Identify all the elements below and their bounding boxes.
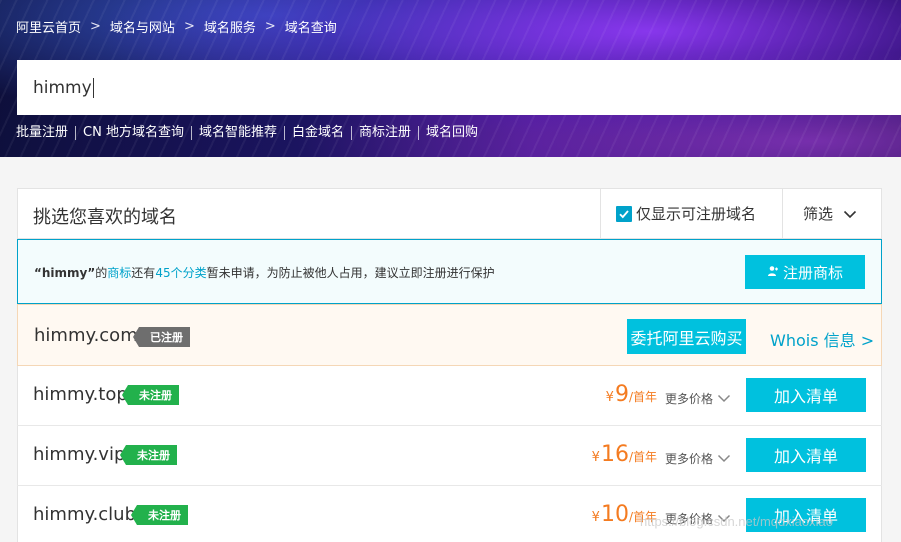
register-trademark-label: 注册商标 bbox=[782, 263, 843, 282]
more-prices-dropdown[interactable]: 更多价格 bbox=[665, 450, 731, 467]
price-value: 10 bbox=[600, 502, 629, 527]
status-badge-available: 未注册 bbox=[120, 445, 177, 465]
watermark-text: https://blog.csdn.net/mqdxiaoxiao bbox=[640, 514, 833, 529]
only-available-filter[interactable]: 仅显示可注册域名 bbox=[600, 189, 782, 238]
quicklink-cn-local-domain[interactable]: CN 地方域名查询 bbox=[75, 126, 191, 140]
breadcrumb-separator: > bbox=[183, 18, 195, 34]
currency-symbol: ¥ bbox=[605, 390, 614, 405]
add-to-list-button[interactable]: 加入清单 bbox=[746, 378, 866, 412]
quicklink-platinum-domain[interactable]: 白金域名 bbox=[283, 126, 351, 140]
price-unit: /首年 bbox=[628, 450, 657, 464]
trademark-name: “himmy” bbox=[34, 266, 96, 280]
breadcrumb-domain-query[interactable]: 域名查询 bbox=[285, 17, 337, 36]
chevron-down-icon bbox=[717, 392, 731, 406]
price-value: 16 bbox=[600, 442, 629, 467]
filter-dropdown-label: 筛选 bbox=[803, 205, 834, 223]
domain-results-panel: 挑选您喜欢的域名 仅显示可注册域名 筛选 “himmy”的商标还有45个分类暂未… bbox=[17, 188, 882, 542]
more-prices-label: 更多价格 bbox=[665, 452, 714, 466]
currency-symbol: ¥ bbox=[591, 450, 600, 465]
quicklink-bulk-register[interactable]: 批量注册 bbox=[16, 126, 75, 140]
more-prices-dropdown[interactable]: 更多价格 bbox=[665, 390, 731, 407]
text-cursor bbox=[92, 77, 94, 98]
breadcrumb-separator: > bbox=[264, 18, 276, 34]
quicklink-trademark-register[interactable]: 商标注册 bbox=[350, 126, 418, 140]
breadcrumb-domain-service[interactable]: 域名服务 bbox=[204, 17, 256, 36]
whois-link[interactable]: Whois 信息 > bbox=[770, 327, 874, 351]
currency-symbol: ¥ bbox=[591, 510, 600, 525]
hero-banner: 阿里云首页 > 域名与网站 > 域名服务 > 域名查询 himmy 批量注册 C… bbox=[0, 0, 901, 157]
quicklink-domain-buyback[interactable]: 域名回购 bbox=[418, 126, 485, 140]
breadcrumb-domains-websites[interactable]: 域名与网站 bbox=[110, 17, 175, 36]
domain-row: himmy.top 未注册 ¥ 9 /首年 更多价格 加入清单 bbox=[17, 366, 882, 426]
breadcrumb: 阿里云首页 > 域名与网站 > 域名服务 > 域名查询 bbox=[16, 17, 337, 36]
panel-header: 挑选您喜欢的域名 仅显示可注册域名 筛选 bbox=[18, 189, 881, 239]
status-badge-available: 未注册 bbox=[122, 385, 179, 405]
domain-row-registered: himmy.com 已注册 委托阿里云购买 Whois 信息 > bbox=[17, 304, 882, 366]
domain-name: himmy.club bbox=[33, 504, 137, 525]
more-prices-label: 更多价格 bbox=[665, 392, 714, 406]
trademark-notice: “himmy”的商标还有45个分类暂未申请，为防止被他人占用，建议立即注册进行保… bbox=[17, 239, 882, 304]
status-badge-available: 未注册 bbox=[131, 505, 188, 525]
domain-name: himmy.top bbox=[33, 384, 128, 405]
price-value: 9 bbox=[614, 382, 629, 407]
status-badge-registered: 已注册 bbox=[133, 327, 190, 347]
trademark-link[interactable]: 商标 bbox=[107, 266, 131, 280]
notice-text-part: 暂未申请，为防止被他人占用，建议立即注册进行保护 bbox=[206, 266, 495, 280]
domain-name: himmy.com bbox=[34, 325, 138, 346]
proxy-purchase-button[interactable]: 委托阿里云购买 bbox=[627, 319, 746, 354]
price-unit: /首年 bbox=[628, 390, 657, 404]
only-available-label: 仅显示可注册域名 bbox=[636, 205, 757, 223]
register-trademark-button[interactable]: 注册商标 bbox=[745, 255, 865, 289]
chevron-down-icon bbox=[843, 205, 857, 223]
notice-text-part: 的 bbox=[95, 266, 108, 280]
price: ¥ 16 /首年 bbox=[592, 442, 657, 467]
notice-text-part: 还有 bbox=[131, 266, 156, 280]
filter-dropdown[interactable]: 筛选 bbox=[782, 189, 882, 238]
breadcrumb-home[interactable]: 阿里云首页 bbox=[16, 17, 81, 36]
chevron-down-icon bbox=[717, 452, 731, 466]
panel-title: 挑选您喜欢的域名 bbox=[33, 207, 177, 228]
quick-links: 批量注册 CN 地方域名查询 域名智能推荐 白金域名 商标注册 域名回购 bbox=[16, 126, 485, 140]
checkbox-checked-icon[interactable] bbox=[616, 205, 632, 222]
price: ¥ 9 /首年 bbox=[606, 382, 657, 407]
categories-link[interactable]: 45个分类 bbox=[155, 266, 206, 280]
domain-row: himmy.vip 未注册 ¥ 16 /首年 更多价格 加入清单 bbox=[17, 426, 882, 486]
search-input-value: himmy bbox=[33, 77, 92, 98]
breadcrumb-separator: > bbox=[90, 18, 101, 34]
domain-search-input[interactable]: himmy bbox=[17, 60, 901, 115]
trademark-notice-text: “himmy”的商标还有45个分类暂未申请，为防止被他人占用，建议立即注册进行保… bbox=[34, 264, 495, 281]
quicklink-smart-recommend[interactable]: 域名智能推荐 bbox=[190, 126, 284, 140]
domain-name: himmy.vip bbox=[33, 444, 126, 465]
trademark-icon bbox=[767, 263, 779, 281]
add-to-list-button[interactable]: 加入清单 bbox=[746, 438, 866, 472]
